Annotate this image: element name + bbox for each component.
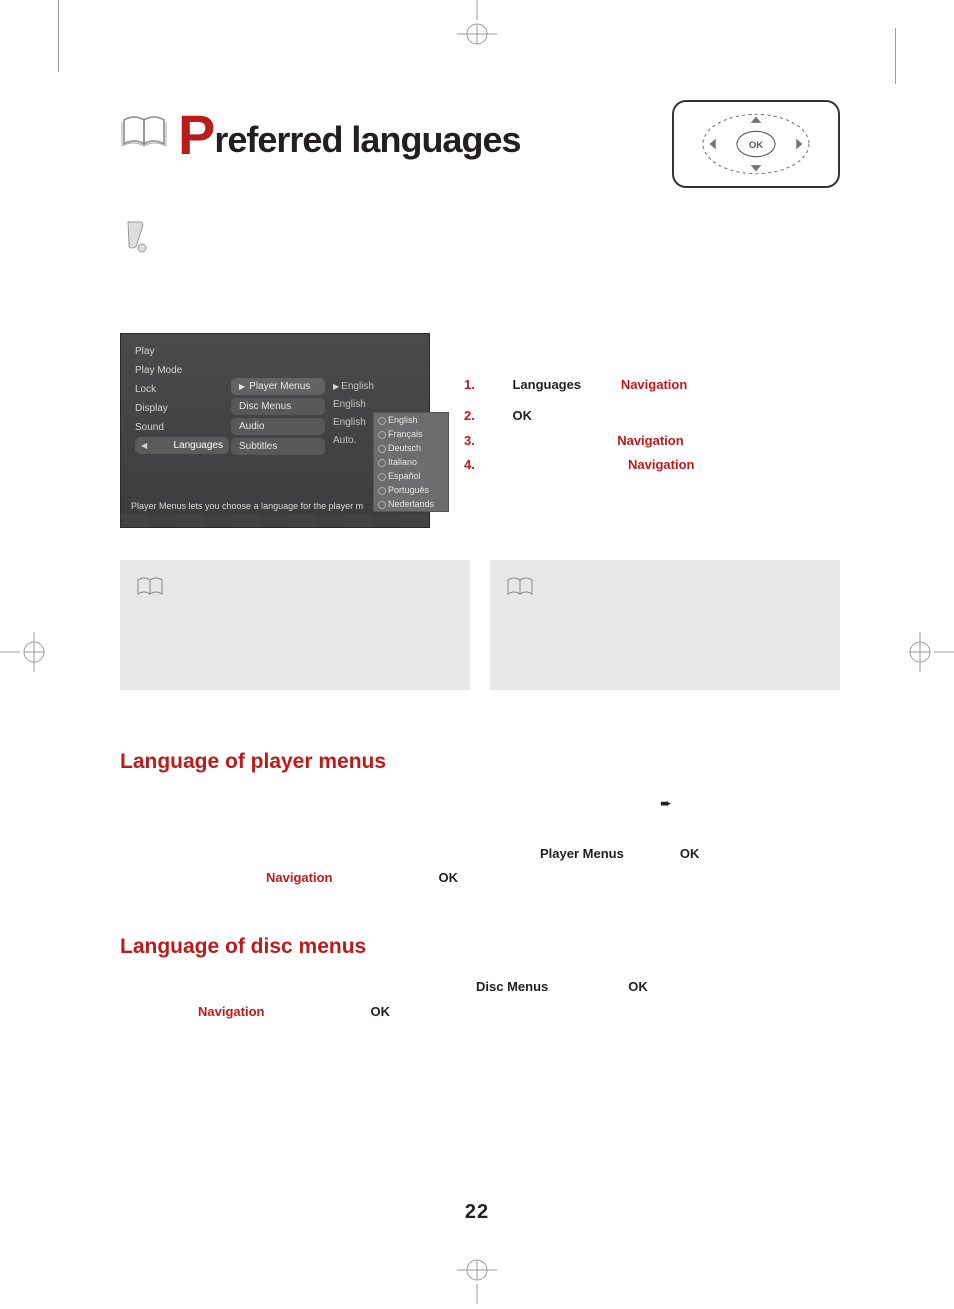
osd-language-popup: English Français Deutsch Italiano Españo… <box>373 412 449 512</box>
registration-mark-bottom <box>447 1256 507 1304</box>
arrow-icon: ➨ <box>660 795 672 811</box>
title-rest: referred languages <box>214 119 520 160</box>
step-text: Languages Navigation <box>498 373 687 398</box>
step-number: 4. <box>464 453 480 478</box>
step-text: Navigation <box>498 453 695 478</box>
step-number: 1. <box>464 373 480 398</box>
osd-bottom-strip <box>121 515 429 527</box>
step-number: 2. <box>464 404 480 429</box>
osd-values: ▶English English English Auto. <box>329 378 379 450</box>
book-icon <box>120 110 170 155</box>
osd-item: Play Mode <box>135 361 227 380</box>
step-text: OK <box>498 404 532 429</box>
osd-option: Italiano <box>374 455 448 469</box>
osd-subitem: ▶Player Menus <box>231 378 325 395</box>
navigation-ok-badge: OK <box>672 100 840 188</box>
osd-subitem: Disc Menus <box>231 398 325 415</box>
osd-left-menu: Play Play Mode Lock Display Sound ◀Langu… <box>121 334 227 454</box>
step-number: 3. <box>464 429 480 454</box>
registration-mark-right <box>906 622 954 682</box>
page-number: 22 <box>465 1201 489 1224</box>
registration-mark-top <box>447 0 507 48</box>
tip-text <box>168 218 172 293</box>
exclamation-icon <box>120 218 150 293</box>
osd-option: Français <box>374 427 448 441</box>
step-text: Navigation <box>498 429 684 454</box>
osd-option: Español <box>374 469 448 483</box>
osd-item: Lock <box>135 380 227 399</box>
osd-item: Play <box>135 342 227 361</box>
osd-option: English <box>374 413 448 427</box>
osd-option: Português <box>374 483 448 497</box>
page-title: Preferred languages <box>178 100 520 165</box>
osd-value: ▶English <box>329 378 379 396</box>
note-box-right <box>490 560 840 690</box>
open-book-icon <box>506 574 536 603</box>
disc-menus-paragraph: Disc Menus OK Navigation OK <box>120 975 840 1024</box>
open-book-icon <box>136 574 166 603</box>
osd-option: Deutsch <box>374 441 448 455</box>
crop-mark <box>58 0 59 72</box>
osd-option: Nederlands <box>374 497 448 511</box>
osd-item: Sound <box>135 418 227 437</box>
osd-value: Auto. <box>329 432 379 450</box>
registration-mark-left <box>0 622 48 682</box>
osd-subitem: Audio <box>231 418 325 435</box>
osd-item-selected: ◀Languages <box>135 437 229 454</box>
section-heading-disc-menus: Language of disc menus <box>120 935 840 959</box>
osd-value: English <box>329 396 379 414</box>
player-menus-paragraph: ➨ Player Menus OK Navigation OK <box>120 790 840 891</box>
osd-helper-text: Player Menus lets you choose a language … <box>131 501 363 511</box>
steps-list: 1. Languages Navigation 2. OK 3. Navigat… <box>464 333 840 478</box>
osd-subitem: Subtitles <box>231 438 325 455</box>
note-box-left <box>120 560 470 690</box>
osd-submenu: ▶Player Menus Disc Menus Audio Subtitles <box>231 378 325 458</box>
section-heading-player-menus: Language of player menus <box>120 750 840 774</box>
title-dropcap: P <box>178 102 214 167</box>
osd-value: English <box>329 414 379 432</box>
osd-item: Display <box>135 399 227 418</box>
crop-mark <box>895 28 896 84</box>
osd-screenshot: Play Play Mode Lock Display Sound ◀Langu… <box>120 333 430 528</box>
svg-text:OK: OK <box>749 140 763 151</box>
